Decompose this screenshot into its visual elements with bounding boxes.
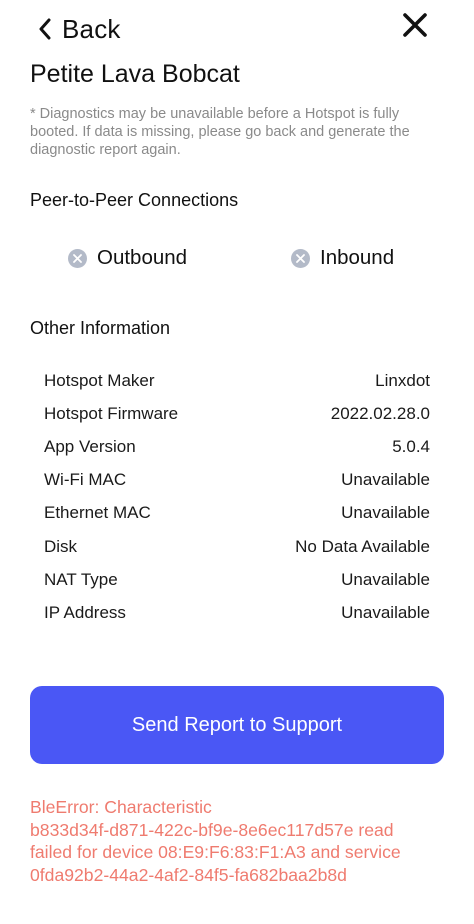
diagnostics-screen: Back Petite Lava Bobcat * Diagnostics ma… xyxy=(0,0,474,924)
info-value: Unavailable xyxy=(341,569,430,589)
info-label: Hotspot Maker xyxy=(44,370,155,390)
top-bar: Back xyxy=(0,0,474,58)
info-value: Unavailable xyxy=(341,602,430,622)
info-row-ethernet-mac: Ethernet MAC Unavailable xyxy=(44,497,430,530)
info-row-hotspot-maker: Hotspot Maker Linxdot xyxy=(44,364,430,397)
send-report-button[interactable]: Send Report to Support xyxy=(30,686,444,764)
outbound-label: Outbound xyxy=(97,246,188,269)
back-button[interactable]: Back xyxy=(38,12,121,46)
info-row-hotspot-firmware: Hotspot Firmware 2022.02.28.0 xyxy=(44,397,430,430)
info-label: IP Address xyxy=(44,602,126,622)
send-report-label: Send Report to Support xyxy=(131,713,343,736)
info-label: Disk xyxy=(44,536,78,556)
info-label: NAT Type xyxy=(44,569,118,589)
inbound-status: Inbound xyxy=(291,244,394,272)
error-line: b833d34f-d871-422c-bf9e-8e6ec117d57e rea… xyxy=(30,819,394,840)
diagnostics-disclaimer: * Diagnostics may be unavailable before … xyxy=(30,106,410,158)
info-value: 2022.02.28.0 xyxy=(330,403,430,423)
info-value: Unavailable xyxy=(341,503,430,523)
info-row-app-version: App Version 5.0.4 xyxy=(44,430,430,463)
error-line: failed for device 08:E9:F6:83:F1:A3 and … xyxy=(30,842,401,862)
other-info-section-title: Other Information xyxy=(30,318,171,338)
info-row-ip-address: IP Address Unavailable xyxy=(44,596,430,629)
info-label: Wi-Fi MAC xyxy=(44,470,127,490)
error-line: BleError: Characteristic xyxy=(30,797,212,817)
error-message: BleError: Characteristic b833d34f-d871-4… xyxy=(30,796,450,886)
page-title: Petite Lava Bobcat xyxy=(30,60,240,88)
outbound-status: Outbound xyxy=(68,244,187,272)
info-row-disk: Disk No Data Available xyxy=(44,530,430,563)
error-line: 0fda92b2-44a2-4af2-84f5-fa682baa2b8d xyxy=(30,864,347,885)
info-value: Linxdot xyxy=(375,370,430,390)
back-label: Back xyxy=(62,13,121,44)
info-value: No Data Available xyxy=(295,536,430,556)
x-circle-icon xyxy=(291,248,310,268)
close-button[interactable] xyxy=(400,10,430,40)
info-label: Hotspot Firmware xyxy=(44,403,179,423)
chevron-left-icon xyxy=(38,18,52,40)
inbound-label: Inbound xyxy=(320,246,395,269)
info-table: Hotspot Maker Linxdot Hotspot Firmware 2… xyxy=(44,364,430,630)
info-value: 5.0.4 xyxy=(392,436,430,456)
p2p-section-title: Peer-to-Peer Connections xyxy=(30,190,239,210)
info-row-wifi-mac: Wi-Fi MAC Unavailable xyxy=(44,464,430,497)
info-row-nat-type: NAT Type Unavailable xyxy=(44,563,430,596)
x-circle-icon xyxy=(68,248,87,268)
info-value: Unavailable xyxy=(341,470,430,490)
close-icon xyxy=(400,10,430,40)
info-label: Ethernet MAC xyxy=(44,503,151,523)
info-label: App Version xyxy=(44,436,136,456)
